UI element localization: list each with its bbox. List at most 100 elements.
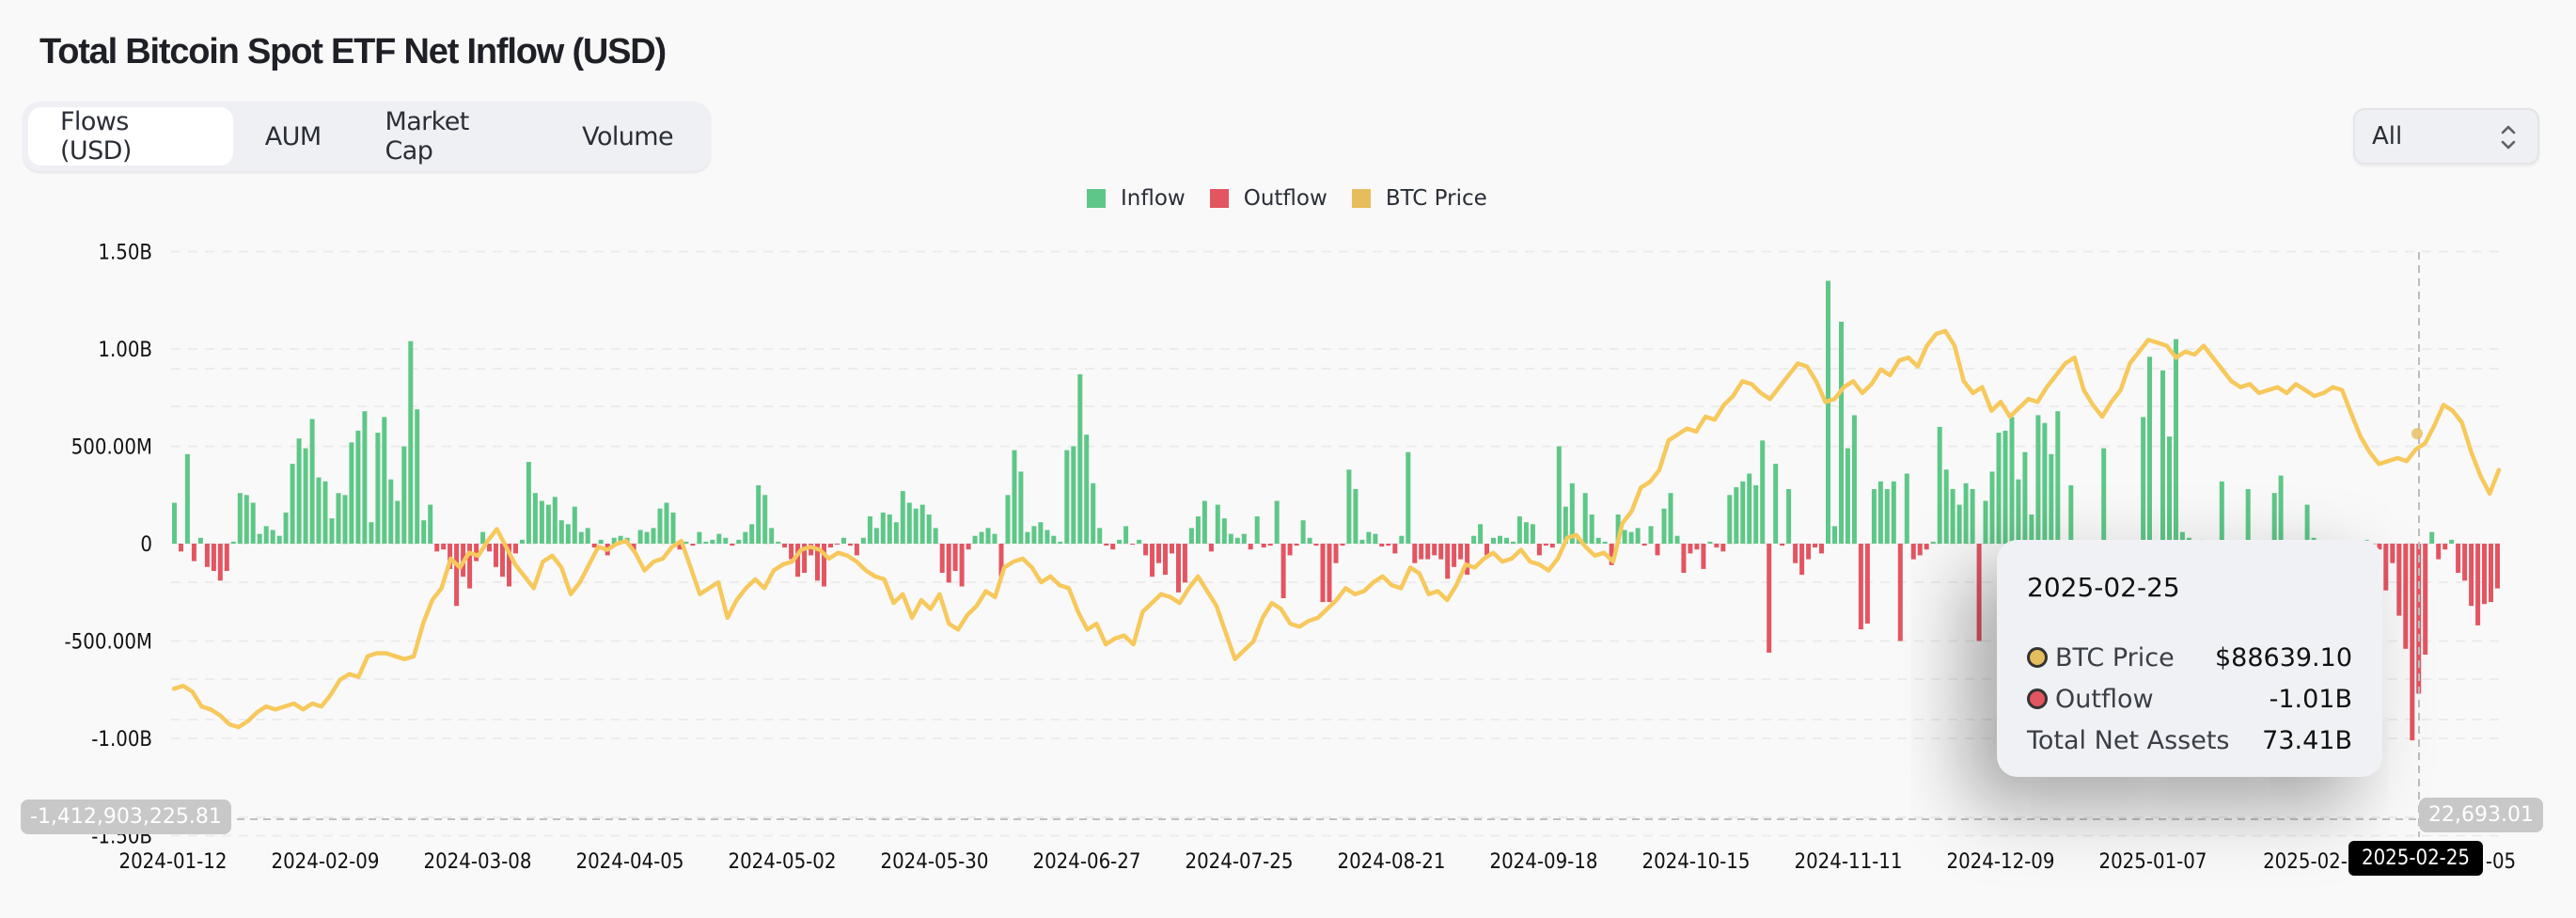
inflow-bar [1845, 448, 1850, 544]
inflow-bar [303, 448, 308, 544]
outflow-bar [789, 544, 794, 560]
inflow-bar [1602, 541, 1608, 544]
inflow-bar [369, 522, 374, 544]
x-tick-label: 2024-08-21 [1337, 850, 1445, 874]
outflow-bar [1156, 544, 1161, 563]
outflow-bar [1536, 544, 1542, 556]
x-tick-label: 2024-06-27 [1032, 850, 1140, 874]
outflow-bar [1799, 544, 1805, 576]
inflow-bar [382, 417, 387, 544]
inflow-bar [743, 531, 748, 544]
outflow-bar [1641, 544, 1647, 546]
inflow-bar [900, 491, 905, 544]
inflow-bar [979, 531, 984, 544]
inflow-bar [1045, 530, 1050, 544]
inflow-bar [1478, 524, 1484, 544]
inflow-bar [1195, 516, 1201, 544]
x-tick-label: 2024-04-05 [575, 850, 683, 874]
inflow-bar [421, 520, 427, 544]
inflow-bar [985, 528, 991, 544]
inflow-bar [860, 537, 866, 544]
y-tick-label: 1.00B [98, 339, 152, 362]
outflow-bar [1412, 544, 1418, 563]
outflow-bar [1445, 544, 1451, 579]
inflow-bar [2049, 453, 2054, 544]
inflow-bar [2174, 339, 2178, 544]
outflow-bar [1379, 544, 1385, 547]
outflow-bar [730, 544, 735, 546]
inflow-bar [388, 479, 394, 544]
tooltip-date: 2025-02-25 [2027, 572, 2180, 603]
inflow-bar [1038, 522, 1044, 544]
inflow-bar [2147, 356, 2152, 544]
inflow-bar [1117, 539, 1123, 544]
inflow-bar [2003, 430, 2008, 544]
inflow-bar [1786, 489, 1792, 544]
inflow-bar [1399, 535, 1405, 544]
inflow-bar [2068, 484, 2074, 544]
inflow-bar [1950, 489, 1956, 544]
x-tick-label: 2024-09-18 [1489, 850, 1597, 874]
inflow-bar [2278, 475, 2284, 544]
inflow-bar [290, 464, 295, 544]
inflow-bar [401, 446, 407, 544]
inflow-bar [1373, 533, 1378, 544]
inflow-bar [1826, 280, 1830, 544]
flows-chart[interactable]: 1.50B1.00B500.00M0-500.00M-1.00B-1.50B 2… [0, 0, 2576, 918]
inflow-bar [1064, 450, 1070, 544]
outflow-bar [1425, 544, 1431, 560]
inflow-bar [1707, 541, 1713, 544]
x-tick-label: 2024-05-02 [728, 850, 836, 874]
outflow-bar [1267, 544, 1273, 546]
inflow-bar [1005, 495, 1011, 545]
outflow-bar [1858, 544, 1863, 630]
outflow-bar [204, 544, 210, 567]
inflow-bar [1051, 535, 1057, 544]
outflow-bar [434, 544, 440, 552]
outflow-bar [1182, 544, 1187, 583]
outflow-bar [966, 544, 971, 550]
outflow-bar [1313, 544, 1319, 546]
x-tick-label: 2025-01-07 [2098, 850, 2207, 874]
outflow-bar [1701, 544, 1706, 569]
inflow-bar [322, 481, 328, 544]
outflow-bar [2462, 544, 2468, 581]
inflow-bar [1963, 483, 1969, 544]
outflow-bar [1419, 544, 1424, 560]
inflow-bar [651, 528, 656, 544]
tooltip-row-total-net-assets: Total Net Assets 73.41B [2027, 720, 2352, 761]
y-tick-label: 500.00M [71, 436, 152, 460]
outflow-bar [2475, 544, 2481, 625]
outflow-bar [494, 544, 498, 567]
inflow-bar [1491, 537, 1496, 544]
inflow-bar [2009, 417, 2015, 544]
outflow-bar [2403, 544, 2409, 649]
inflow-bar [972, 535, 978, 544]
inflow-bar [237, 493, 243, 544]
inflow-bar [309, 419, 315, 544]
outflow-bar [782, 544, 788, 548]
outflow-bar [1392, 544, 1398, 554]
outflow-bar [1688, 544, 1693, 554]
inflow-bar [716, 533, 722, 544]
inflow-bar [558, 520, 564, 544]
inflow-bar [1832, 526, 1837, 544]
inflow-bar [1589, 514, 1594, 544]
y-tick-label: -500.00M [65, 631, 152, 655]
outflow-bar [1327, 544, 1332, 603]
inflow-bar [172, 502, 177, 544]
inflow-bar [749, 524, 755, 544]
outflow-bar [224, 544, 229, 571]
inflow-bar [756, 484, 762, 544]
inflow-bar [867, 516, 872, 544]
inflow-bar [428, 504, 433, 544]
inflow-bar [880, 512, 886, 544]
inflow-bar [270, 530, 275, 544]
inflow-bar [532, 493, 538, 544]
inflow-bar [1307, 537, 1312, 544]
inflow-bar [526, 462, 531, 544]
inflow-bar [375, 433, 381, 544]
inflow-bar [1025, 531, 1030, 544]
inflow-bar [336, 493, 341, 544]
outflow-bar [1438, 544, 1444, 560]
